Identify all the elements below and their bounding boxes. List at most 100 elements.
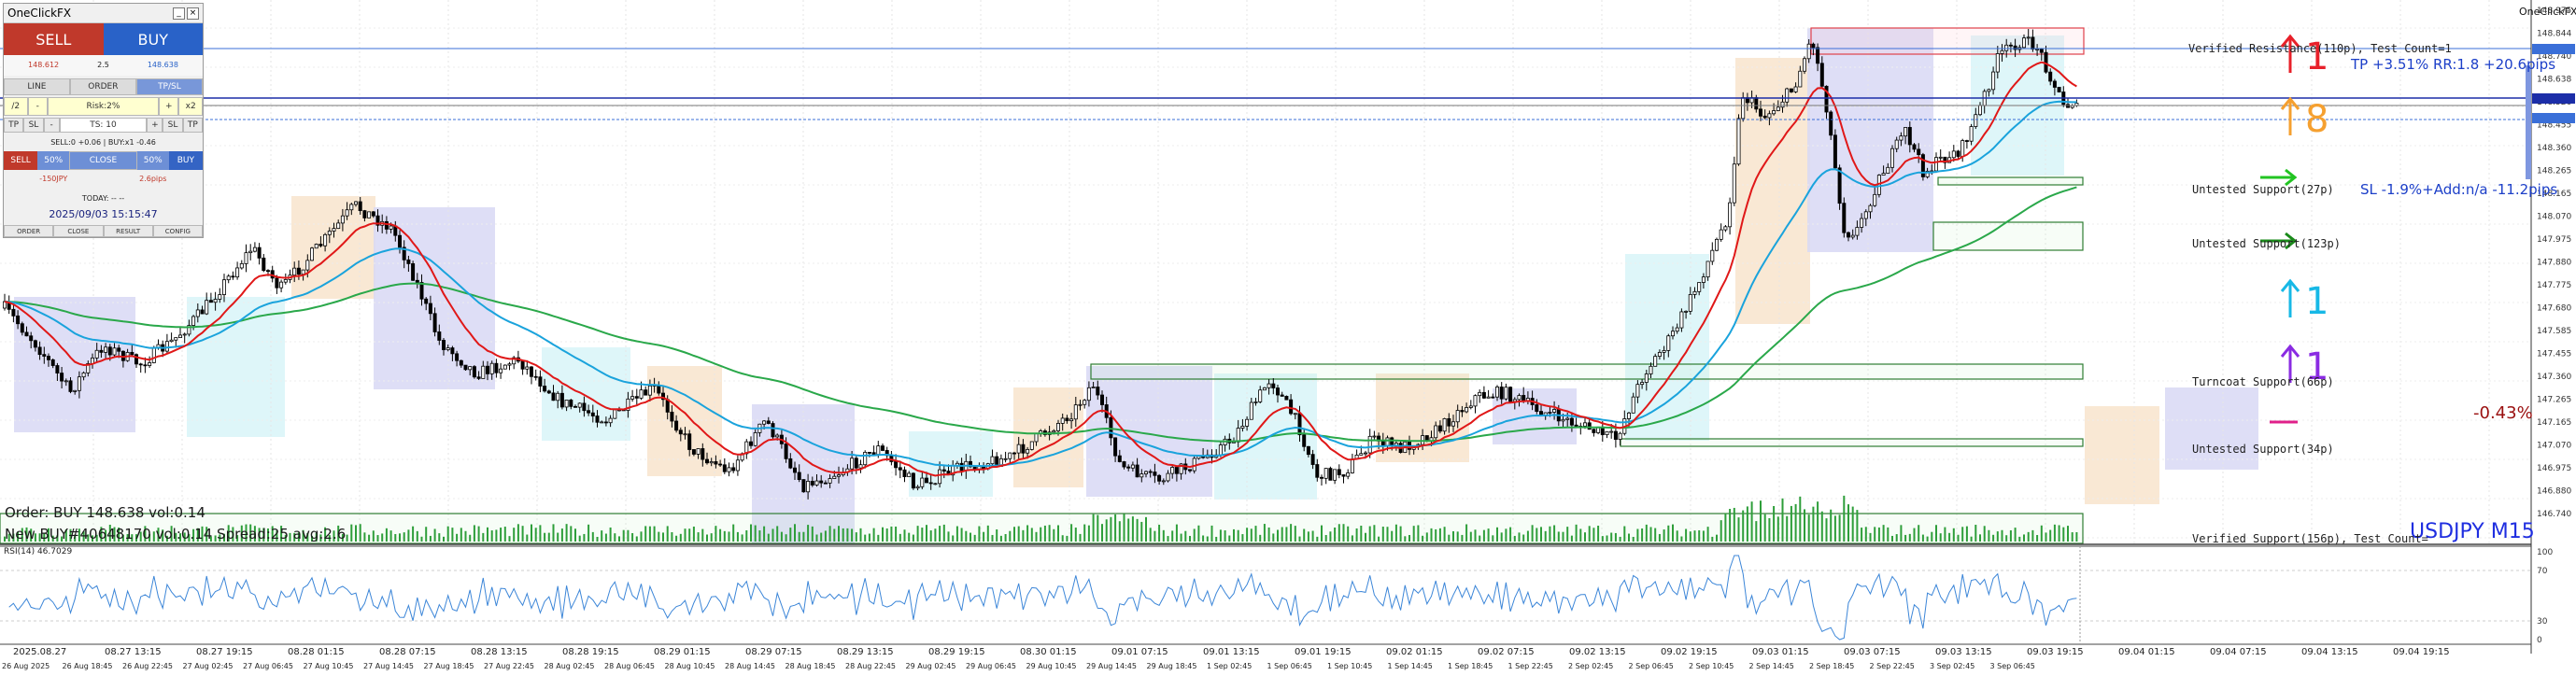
time-top-label: 08.29 07:15: [745, 647, 802, 657]
time-top-label: 08.30 01:15: [1020, 647, 1077, 657]
candle-body: [481, 365, 486, 379]
candle-body: [775, 434, 780, 438]
candle-body: [867, 451, 871, 454]
candle-body: [674, 420, 679, 431]
candle-body: [1640, 382, 1645, 386]
double-lot-button[interactable]: x2: [178, 97, 203, 116]
price-tick-label: 147.585: [2537, 327, 2571, 336]
risk-field[interactable]: Risk:2%: [47, 97, 160, 116]
candle-body: [1337, 469, 1341, 475]
time-bottom-label: 29 Aug 14:45: [1086, 662, 1137, 670]
trailing-stop-field[interactable]: TS: 10: [59, 118, 148, 133]
sl-button[interactable]: SL: [23, 118, 44, 133]
time-bottom-label: 28 Aug 14:45: [725, 662, 775, 670]
position-info: SELL:0 +0.06 | BUY:x1 -0.46: [50, 138, 156, 147]
candle-body: [1442, 418, 1447, 432]
candle-body: [577, 402, 582, 408]
pnl-jpy: -150JPY: [39, 175, 68, 183]
candle-body: [1736, 118, 1741, 165]
candle-body: [718, 463, 723, 466]
candle-body: [1157, 474, 1162, 482]
candle-body: [1583, 422, 1588, 427]
footer-close-button[interactable]: CLOSE: [53, 225, 104, 237]
candle-body: [556, 392, 560, 401]
candle-body: [1434, 425, 1438, 439]
buy-button[interactable]: BUY: [103, 23, 203, 55]
ts-plus-button[interactable]: +: [147, 118, 163, 133]
candle-body: [2031, 36, 2035, 50]
time-top-label: 09.02 07:15: [1478, 647, 1535, 657]
candle-body: [911, 472, 915, 489]
close-buy-button[interactable]: BUY: [168, 151, 203, 170]
candle-body: [486, 365, 490, 374]
position-range-bar: [2526, 65, 2531, 179]
candle-body: [1886, 166, 1890, 174]
pnl-pips: 2.6pips: [139, 175, 167, 183]
candle-body: [424, 298, 429, 304]
candle-body: [117, 347, 121, 352]
sl-button-right[interactable]: TP: [182, 118, 203, 133]
candle-body: [231, 275, 235, 278]
increase-risk-button[interactable]: +: [159, 97, 179, 116]
candle-body: [871, 452, 876, 456]
candle-body: [16, 315, 21, 325]
candle-body: [876, 445, 881, 456]
candle-body: [1666, 335, 1671, 351]
candle-body: [1657, 351, 1662, 358]
candle-body: [832, 475, 837, 479]
half-lot-button[interactable]: /2: [4, 97, 28, 116]
candle-body: [1991, 71, 1996, 91]
sell-button[interactable]: SELL: [4, 23, 104, 55]
candle-body: [920, 477, 925, 487]
candle-body: [1306, 445, 1310, 456]
candle-body: [2039, 49, 2044, 53]
candle-body: [670, 411, 674, 422]
candle-body: [2026, 36, 2031, 39]
candle-body: [1504, 387, 1508, 400]
candle-body: [533, 375, 538, 378]
tab-order[interactable]: ORDER: [69, 78, 136, 95]
tab-tpsl[interactable]: TP/SL: [135, 78, 203, 95]
tp-button[interactable]: TP: [4, 118, 24, 133]
price-chart[interactable]: 1811 148.975148.844148.740148.638148.526…: [0, 0, 2576, 672]
candle-body: [244, 252, 248, 264]
close-sell-button[interactable]: SELL: [4, 151, 38, 170]
price-tick-label: 147.165: [2537, 418, 2571, 428]
candle-body: [494, 362, 499, 373]
candle-body: [1697, 282, 1702, 292]
candle-body: [50, 359, 55, 366]
close-half-buy-button[interactable]: 50%: [136, 151, 169, 170]
candle-body: [678, 430, 683, 435]
signal-4: 1: [2280, 278, 2328, 323]
candle-body: [2000, 49, 2004, 54]
minimize-icon[interactable]: _: [173, 7, 185, 20]
candle-body: [1130, 464, 1135, 469]
candle-body: [1868, 204, 1873, 213]
candle-body: [42, 354, 47, 357]
candle-body: [902, 469, 907, 477]
price-tick-label: 147.070: [2537, 442, 2571, 451]
candle-body: [2004, 44, 2009, 51]
candle-body: [1912, 144, 1917, 150]
candle-body: [104, 346, 108, 353]
footer-config-button[interactable]: CONFIG: [152, 225, 203, 237]
close-all-button[interactable]: CLOSE: [69, 151, 137, 170]
candle-body: [1692, 290, 1697, 295]
time-top-label: 09.01 19:15: [1295, 647, 1352, 657]
panel-titlebar[interactable]: OneClickFX _ ×: [4, 4, 203, 23]
footer-result-button[interactable]: RESULT: [103, 225, 153, 237]
candle-body: [613, 409, 617, 419]
candle-body: [1860, 218, 1864, 228]
tp-button-right[interactable]: SL: [163, 118, 183, 133]
candle-body: [1798, 70, 1803, 88]
ts-minus-button[interactable]: -: [43, 118, 60, 133]
tab-line[interactable]: LINE: [4, 78, 70, 95]
decrease-risk-button[interactable]: -: [27, 97, 48, 116]
order-status-line: Order: BUY 148.638 vol:0.14: [5, 504, 205, 521]
candle-body: [218, 294, 222, 300]
candle-body: [411, 263, 416, 281]
close-icon[interactable]: ×: [187, 7, 199, 20]
footer-order-button[interactable]: ORDER: [4, 225, 54, 237]
sell-label: SELL: [35, 30, 72, 49]
close-half-sell-button[interactable]: 50%: [37, 151, 70, 170]
